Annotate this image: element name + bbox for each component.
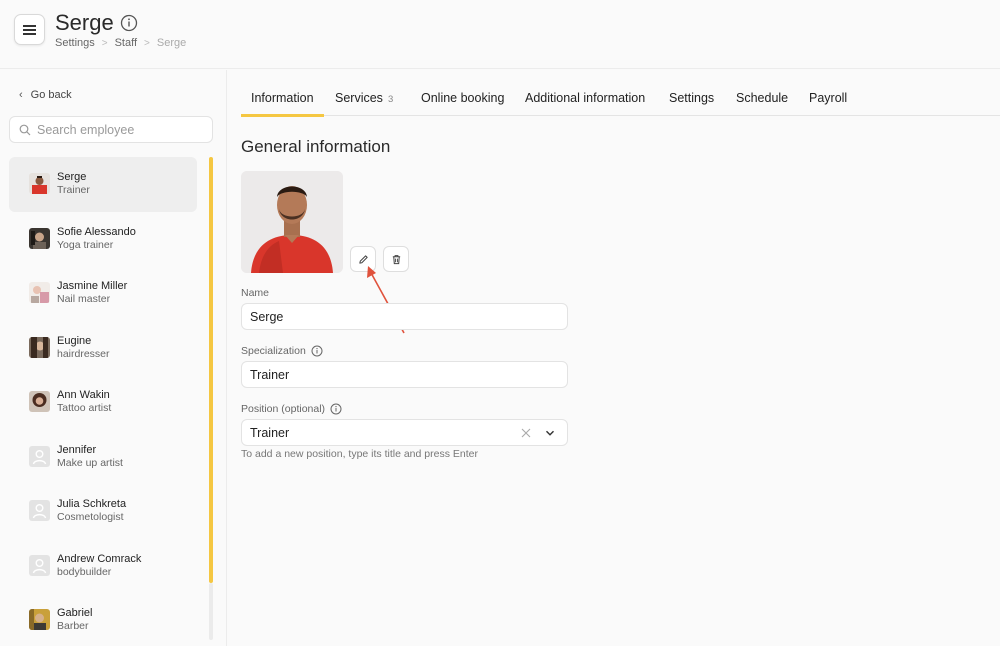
sidebar-scrollbar-thumb[interactable] (209, 157, 213, 583)
breadcrumb-staff[interactable]: Staff (115, 37, 137, 49)
page-title: Serge (55, 10, 114, 35)
employee-photo (241, 171, 343, 273)
info-circle-icon[interactable] (120, 14, 138, 32)
tab-online-booking[interactable]: Online booking (421, 91, 504, 116)
label-text: Name (241, 287, 270, 299)
tab-additional-information[interactable]: Additional information (525, 91, 645, 116)
avatar (29, 336, 50, 358)
position-hint: To add a new position, type its title an… (241, 448, 478, 460)
specialization-label: Specialization (241, 345, 323, 357)
position-select[interactable]: Trainer (241, 419, 568, 446)
search-icon (19, 124, 31, 135)
employee-item-eugine[interactable]: Eugine hairdresser (9, 321, 197, 376)
employee-item-gabriel[interactable]: Gabriel Barber (9, 593, 197, 646)
tab-information[interactable]: Information (241, 91, 323, 117)
employee-item-ann[interactable]: Ann Wakin Tattoo artist (9, 375, 197, 430)
avatar (29, 391, 50, 412)
position-label: Position (optional) (241, 403, 342, 415)
employee-name: Julia Schkreta (57, 498, 127, 510)
breadcrumb: Settings > Staff > Serge (55, 37, 186, 49)
go-back-label: Go back (30, 89, 72, 101)
employee-item-andrew[interactable]: Andrew Comrack bodybuilder (9, 539, 197, 594)
employee-role: Make up artist (57, 456, 123, 469)
tab-settings[interactable]: Settings (669, 91, 714, 116)
tab-count-badge: 3 (387, 94, 394, 105)
search-employee-box[interactable] (9, 116, 213, 143)
position-value: Trainer (250, 425, 290, 440)
sidebar-scrollbar-track[interactable] (209, 583, 213, 640)
employee-name: Andrew Comrack (57, 552, 142, 565)
avatar (29, 173, 50, 194)
employee-role: Barber (57, 620, 89, 632)
tab-label: Payroll (809, 91, 848, 105)
employee-role: Yoga trainer (57, 238, 114, 251)
avatar (29, 609, 50, 630)
chevron-right-icon: > (144, 37, 150, 49)
employee-role: bodybuilder (57, 565, 112, 578)
employee-item-serge[interactable]: Serge Trainer (9, 157, 197, 212)
name-field[interactable]: Serge (241, 303, 568, 330)
user-placeholder-icon (29, 554, 50, 576)
name-label: Name (241, 287, 269, 299)
avatar (29, 282, 50, 303)
breadcrumb-settings[interactable]: Settings (55, 37, 95, 49)
menu-button[interactable] (14, 14, 45, 45)
tab-payroll[interactable]: Payroll (809, 91, 847, 116)
employee-item-julia[interactable]: Julia Schkreta Cosmetologist (9, 484, 197, 539)
chevron-down-icon[interactable] (545, 428, 555, 438)
employee-role: Nail master (57, 293, 111, 305)
info-circle-icon[interactable] (311, 345, 323, 357)
tab-label: Information (251, 91, 314, 105)
employee-name: Ann Wakin (57, 389, 110, 401)
name-value: Serge (250, 309, 284, 324)
tab-label: Online booking (421, 91, 505, 105)
avatar (29, 227, 50, 249)
annotation-arrow-icon (367, 266, 405, 334)
clear-icon[interactable] (521, 428, 531, 438)
info-circle-icon[interactable] (330, 403, 342, 415)
employee-list: Serge Trainer Sofie Alessando Yoga train… (9, 157, 197, 646)
go-back-link[interactable]: ‹ Go back (19, 89, 72, 101)
employee-name: Serge (57, 171, 87, 183)
search-employee-input[interactable] (37, 122, 207, 137)
employee-role: hairdresser (57, 347, 110, 360)
employee-name: Jennifer (57, 443, 97, 456)
tab-label: Settings (669, 91, 715, 105)
employee-name: Jasmine Miller (57, 280, 128, 292)
label-text: Position (optional) (241, 403, 326, 415)
employee-role: Trainer (57, 184, 90, 196)
user-placeholder-icon (29, 500, 50, 521)
user-placeholder-icon (29, 445, 50, 467)
tab-schedule[interactable]: Schedule (736, 91, 788, 116)
specialization-field[interactable]: Trainer (241, 361, 568, 388)
employee-name: Gabriel (57, 607, 93, 619)
hamburger-menu-icon (23, 24, 36, 35)
employee-role: Tattoo artist (57, 402, 112, 414)
page-header: Serge Settings > Staff > Serge (0, 0, 1000, 69)
tab-label: Services (335, 91, 383, 105)
employee-name: Eugine (57, 334, 92, 347)
employee-item-jasmine[interactable]: Jasmine Miller Nail master (9, 266, 197, 321)
chevron-right-icon: > (101, 37, 108, 49)
chevron-left-icon: ‹ (19, 89, 23, 101)
employee-role: Cosmetologist (57, 511, 124, 523)
tab-label: Additional information (525, 91, 646, 105)
employee-item-jennifer[interactable]: Jennifer Make up artist (9, 430, 197, 485)
specialization-value: Trainer (250, 367, 290, 382)
label-text: Specialization (241, 345, 306, 357)
breadcrumb-current: Serge (156, 37, 187, 49)
employee-item-sofie[interactable]: Sofie Alessando Yoga trainer (9, 212, 197, 267)
staff-sidebar: ‹ Go back Serge Trainer Sofie Alessando … (0, 70, 227, 646)
tab-services[interactable]: Services 3 (335, 91, 393, 116)
employee-name: Sofie Alessando (57, 225, 136, 238)
tab-label: Schedule (736, 91, 789, 105)
tab-bar: Information Services 3 Online booking Add… (241, 87, 1000, 117)
section-title: General information (241, 137, 391, 156)
